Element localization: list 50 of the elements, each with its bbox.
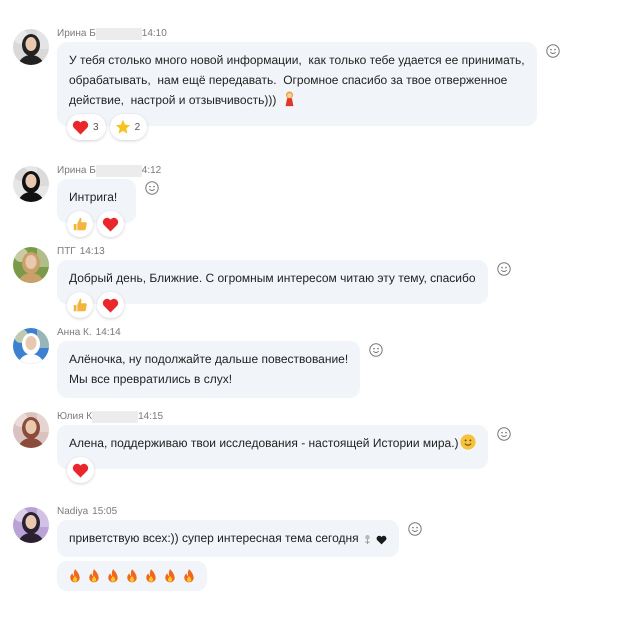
- message-text: Добрый день, Ближние. С огромным интересом читаю эту тему, спасибо: [69, 271, 476, 285]
- emoji-icon[interactable]: [369, 343, 384, 357]
- message-text: приветствую всех:)) супер интересная тема сегодня: [69, 531, 359, 545]
- heart-icon: [72, 120, 89, 134]
- emoji-icon[interactable]: [496, 427, 511, 441]
- author-name: Ирина Б: [57, 165, 96, 176]
- thumbs-up-icon: [72, 297, 88, 313]
- emoji-icon[interactable]: [546, 44, 560, 58]
- emoji-icon[interactable]: [408, 522, 422, 536]
- message-text: Алёночка, ну подолжайте дальше повествование!: [69, 352, 348, 366]
- heart-icon: [102, 216, 119, 232]
- message-time: 4:12: [142, 165, 162, 176]
- fire-icon: [88, 568, 100, 584]
- message-time: 14:15: [138, 411, 164, 422]
- fire-icon: [183, 568, 195, 584]
- reaction-button[interactable]: [97, 292, 124, 318]
- star-icon: [114, 119, 131, 135]
- message-time: 14:10: [142, 28, 167, 39]
- fire-icon: [145, 568, 157, 584]
- emoji-icon[interactable]: [145, 181, 159, 195]
- flower-icon: [362, 534, 372, 545]
- reaction-button[interactable]: [97, 211, 124, 237]
- author-name: ПТГ: [57, 246, 76, 257]
- message-text: Интрига!: [69, 190, 118, 204]
- heart-icon: [72, 462, 89, 478]
- message-time: 14:14: [96, 327, 121, 338]
- message-text: обрабатывать, нам ещё передавать. Огромное спасибо за твое отверженное: [69, 73, 508, 87]
- message-text: Алена, поддерживаю твои исследования - настоящей Истории мира.): [69, 436, 459, 450]
- thumbs-up-icon: [72, 216, 88, 232]
- fire-icon: [107, 568, 119, 584]
- author-name: Ирина Б: [57, 28, 96, 39]
- message-time: 15:05: [92, 506, 118, 517]
- message-text: Мы все превратились в слух!: [69, 372, 232, 386]
- fire-icon: [69, 568, 81, 584]
- fire-icon: [164, 568, 176, 584]
- emoji-icon[interactable]: [496, 262, 511, 276]
- author-name: Анна К.: [57, 327, 92, 338]
- message-text: действие, настрой и отзывчивость))): [69, 93, 276, 107]
- fire-icon: [126, 568, 138, 584]
- author-name: Nadiya: [57, 506, 88, 517]
- reaction-button[interactable]: 3: [67, 114, 106, 140]
- reaction-button[interactable]: 2: [110, 114, 148, 140]
- heart-icon: [102, 298, 119, 312]
- girl-emoji-icon: [284, 91, 296, 107]
- smiley-emoji-icon: [460, 434, 476, 450]
- message-time: 14:13: [80, 246, 105, 257]
- message-text: У тебя столько много новой информации, как только тебе удается ее принимать,: [69, 53, 525, 67]
- reaction-button[interactable]: [67, 457, 94, 483]
- author-name: Юлия К: [57, 411, 92, 422]
- heart-icon: [376, 535, 387, 545]
